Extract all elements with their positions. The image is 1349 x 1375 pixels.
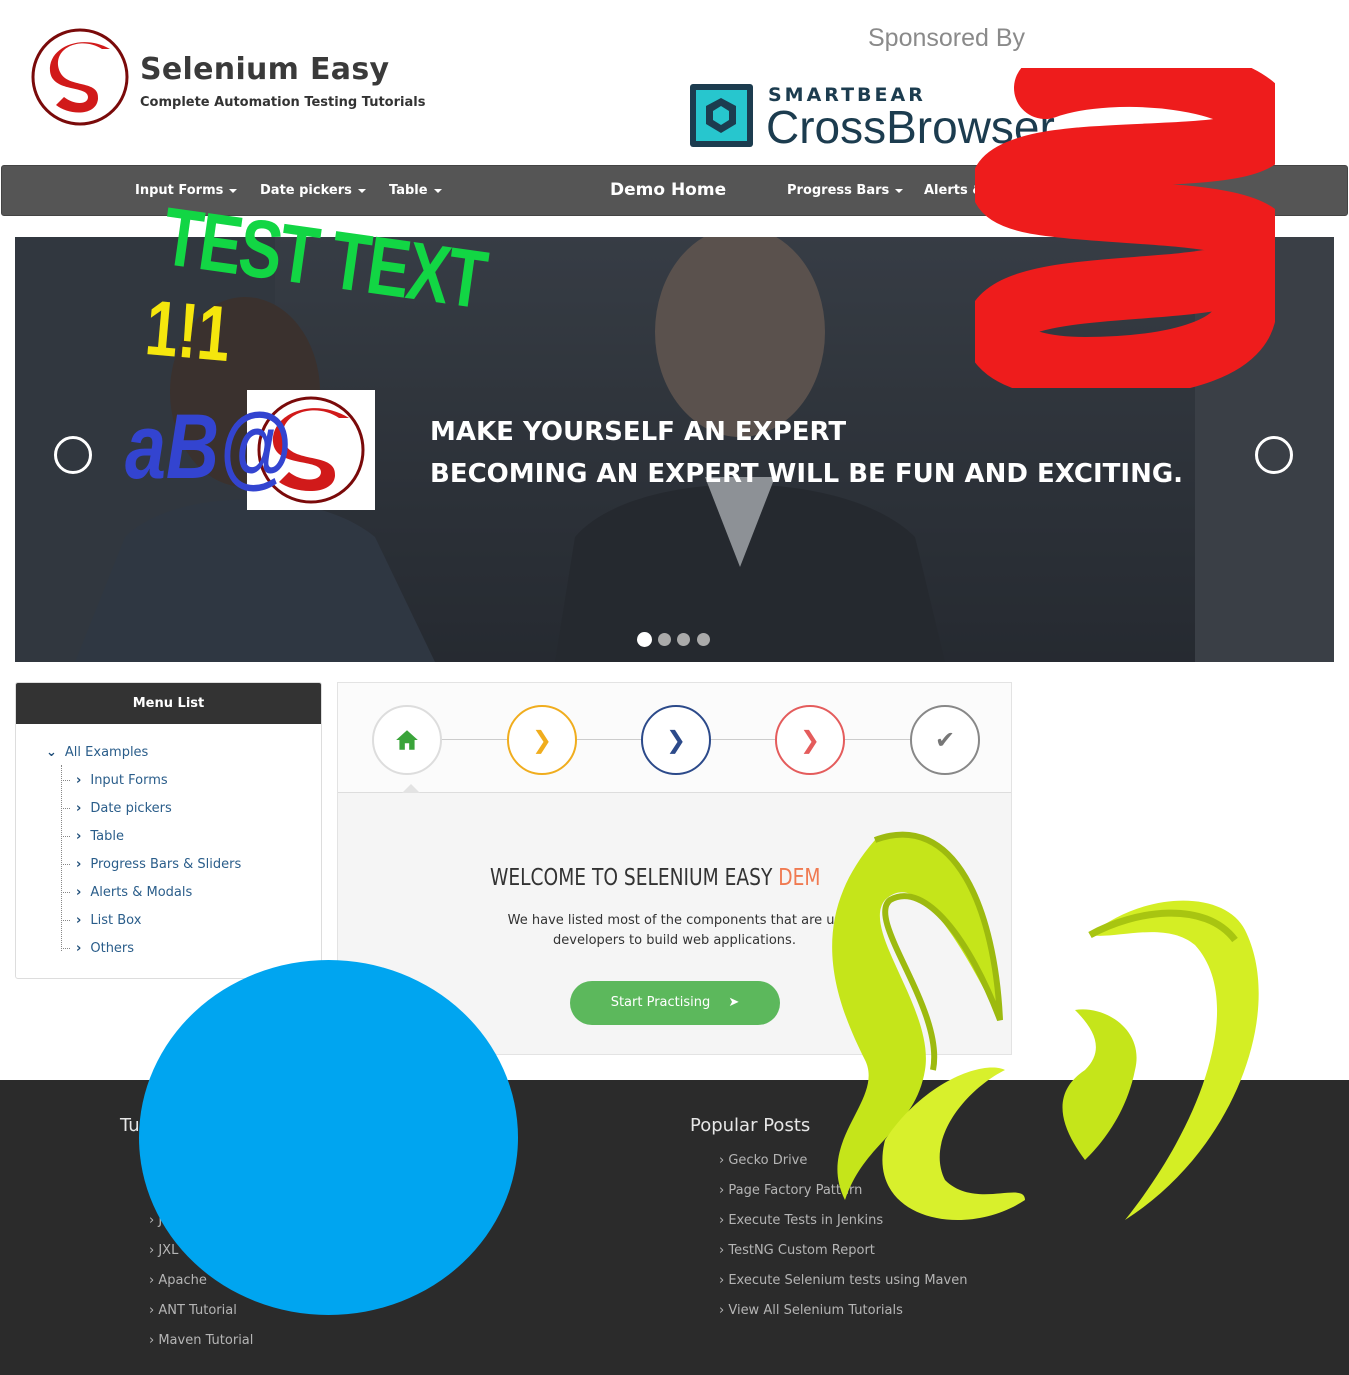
- footer-tutorial-link[interactable]: › ANT Tutorial: [149, 1303, 237, 1318]
- footer-popular-heading: Popular Posts: [690, 1115, 811, 1136]
- tree-connector: [61, 765, 62, 951]
- carousel-subheadline: BECOMING AN EXPERT WILL BE FUN AND EXCIT…: [430, 459, 1184, 489]
- tree-tick: [61, 836, 70, 837]
- ab-text-overlay: aB@: [125, 396, 291, 498]
- chevron-right-icon: ›: [76, 941, 82, 956]
- menu-list-panel: Menu List ⌄ All Examples › Input Forms › Da…: [15, 682, 322, 979]
- carousel-indicator-1[interactable]: [637, 632, 652, 647]
- footer-popular-link[interactable]: › Execute Selenium tests using Maven: [719, 1273, 967, 1288]
- menu-list-title: Menu List: [16, 683, 321, 724]
- carousel-prev-button[interactable]: [54, 436, 92, 474]
- chevron-right-icon: ❯: [665, 726, 687, 754]
- active-step-pointer: [402, 784, 420, 793]
- chevron-right-icon: ❯: [799, 726, 821, 754]
- tree-tick: [61, 892, 70, 893]
- footer-popular-link[interactable]: › View All Selenium Tutorials: [719, 1303, 903, 1318]
- home-icon: [396, 730, 418, 750]
- menu-item-others[interactable]: › Others: [76, 941, 134, 956]
- nav-date-pickers[interactable]: Date pickers: [260, 183, 366, 198]
- nav-progress-bars[interactable]: Progress Bars: [787, 183, 904, 198]
- number-text-overlay: 1!1: [142, 282, 235, 379]
- sponsored-label: Sponsored By: [868, 24, 1026, 52]
- footer-tutorials-heading: Tu: [120, 1115, 140, 1136]
- caret-down-icon: [895, 188, 904, 193]
- wizard-steps: ❯ ❯ ❯ ✔: [338, 683, 1011, 793]
- menu-item-list-box[interactable]: › List Box: [76, 913, 141, 928]
- chevron-right-icon: ›: [76, 829, 82, 844]
- footer-tutorial-link[interactable]: › Maven Tutorial: [149, 1333, 253, 1348]
- paper-plane-icon: ➤: [728, 995, 740, 1010]
- menu-item-alerts-modals[interactable]: › Alerts & Modals: [76, 885, 192, 900]
- nav-demo-home[interactable]: Demo Home: [610, 180, 726, 200]
- tree-tick: [61, 780, 70, 781]
- brand-subtitle: Complete Automation Testing Tutorials: [140, 95, 426, 110]
- chevron-right-icon: ›: [76, 857, 82, 872]
- tree-root-all-examples[interactable]: ⌄ All Examples: [46, 745, 148, 760]
- yellow-3d-shape-overlay: [832, 831, 1259, 1220]
- crossbrowser-logo-icon[interactable]: [690, 84, 753, 147]
- chevron-right-icon: ›: [76, 885, 82, 900]
- caret-down-icon: [433, 188, 442, 193]
- step-3[interactable]: ❯: [641, 705, 711, 775]
- nav-table[interactable]: Table: [389, 183, 442, 198]
- footer-tutorial-link[interactable]: › JXL: [149, 1243, 178, 1258]
- carousel-headline: MAKE YOURSELF AN EXPERT: [430, 417, 847, 447]
- step-2[interactable]: ❯: [507, 705, 577, 775]
- menu-item-progress-bars[interactable]: › Progress Bars & Sliders: [76, 857, 241, 872]
- tree-tick: [61, 920, 70, 921]
- step-finish[interactable]: ✔: [910, 705, 980, 775]
- welcome-heading: WELCOME TO SELENIUM EASY DEM: [490, 865, 821, 891]
- tree-tick: [61, 808, 70, 809]
- caret-down-icon: [229, 188, 238, 193]
- chevron-right-icon: ›: [76, 801, 82, 816]
- menu-item-date-pickers[interactable]: › Date pickers: [76, 801, 172, 816]
- carousel-indicator-2[interactable]: [658, 633, 671, 646]
- step-home[interactable]: [372, 705, 442, 775]
- carousel-next-button[interactable]: [1255, 436, 1293, 474]
- chevron-right-icon: ❯: [531, 726, 553, 754]
- tree-tick: [61, 864, 70, 865]
- check-icon: ✔: [934, 726, 956, 754]
- footer-popular-link[interactable]: › Gecko Drive: [719, 1153, 807, 1168]
- carousel-indicator-4[interactable]: [697, 633, 710, 646]
- step-4[interactable]: ❯: [775, 705, 845, 775]
- red-scribble-overlay: [975, 68, 1275, 388]
- start-practising-button[interactable]: Start Practising ➤: [570, 981, 780, 1025]
- menu-item-input-forms[interactable]: › Input Forms: [76, 773, 168, 788]
- chevron-right-icon: ›: [76, 913, 82, 928]
- brand-title: Selenium Easy: [140, 52, 390, 87]
- chevron-down-icon: ⌄: [46, 745, 57, 760]
- footer-popular-link[interactable]: › TestNG Custom Report: [719, 1243, 875, 1258]
- footer-tutorial-link[interactable]: › Apache: [149, 1273, 207, 1288]
- carousel-indicator-3[interactable]: [677, 633, 690, 646]
- chevron-right-icon: ›: [76, 773, 82, 788]
- selenium-easy-logo[interactable]: [30, 27, 130, 127]
- caret-down-icon: [357, 188, 366, 193]
- menu-item-table[interactable]: › Table: [76, 829, 124, 844]
- blue-circle-overlay: [139, 960, 518, 1315]
- tree-tick: [61, 948, 70, 949]
